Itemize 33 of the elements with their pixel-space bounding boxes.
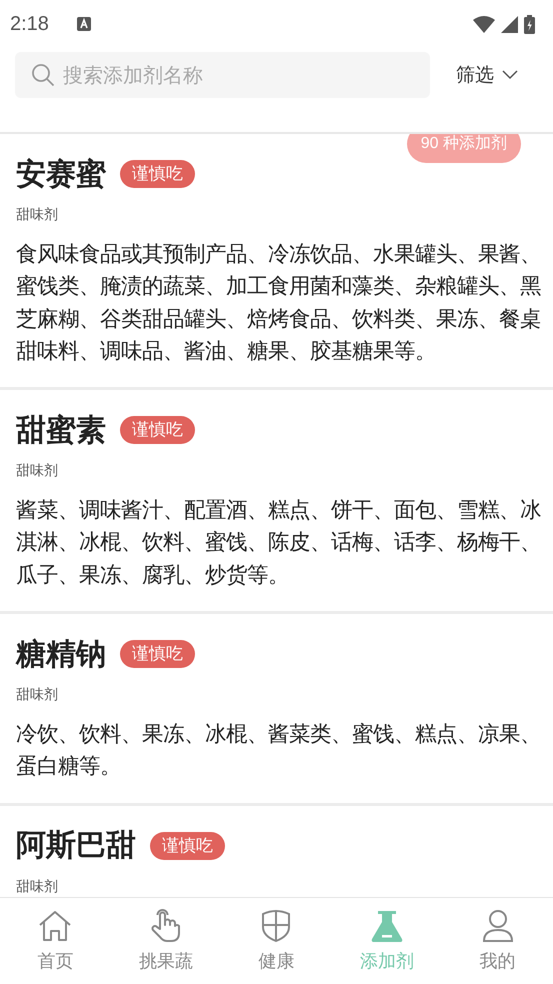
caution-tag: 谨慎吃 bbox=[150, 832, 225, 860]
usage-text: 冷饮、饮料、果冻、冰棍、酱菜类、蜜饯、糕点、凉果、蛋白糖等。 bbox=[16, 721, 541, 782]
notification-icon bbox=[76, 17, 91, 31]
signal-icon bbox=[501, 16, 518, 32]
filter-button[interactable]: 筛选 bbox=[452, 52, 522, 98]
usage-text: 酱菜、调味酱汁、配置酒、糕点、饼干、面包、雪糕、冰淇淋、冰棍、饮料、蜜饯、陈皮、话梅、话李、杨梅干、瓜子、果冻、腐乳、炒货等。 bbox=[16, 497, 541, 590]
additive-name[interactable]: 甜蜜素 bbox=[16, 410, 106, 451]
nav-tab[interactable]: 首页 bbox=[0, 898, 111, 984]
additive-category: 甜味剂 bbox=[16, 878, 59, 897]
battery-icon bbox=[524, 14, 535, 34]
pointing-hand-icon bbox=[148, 909, 183, 943]
additive-category: 甜味剂 bbox=[16, 206, 59, 225]
status-time: 2:18 bbox=[10, 12, 49, 36]
wifi-icon bbox=[473, 16, 495, 32]
search-icon bbox=[31, 63, 55, 87]
caution-tag: 谨慎吃 bbox=[120, 416, 195, 444]
search-field[interactable]: 搜索添加剂名称 bbox=[15, 52, 430, 98]
caution-tag: 谨慎吃 bbox=[120, 160, 195, 188]
flask-icon bbox=[370, 909, 404, 943]
nav-tab[interactable]: 我的 bbox=[442, 898, 553, 984]
additive-name[interactable]: 阿斯巴甜 bbox=[16, 825, 136, 866]
additive-category: 甜味剂 bbox=[16, 686, 59, 706]
usage-text: 食风味食品或其预制产品、冷冻饮品、水果罐头、果酱、蜜饯类、腌渍的蔬菜、加工食用菌和藻类、杂粮罐头、黑芝麻糊、谷类甜品罐头、焙烤食品、饮料类、果冻、餐桌甜味料、调味品、酱油、糖果、胶基糖果等。 bbox=[16, 241, 541, 366]
nav-tab[interactable]: 健康 bbox=[221, 898, 332, 984]
additive-category: 甜味剂 bbox=[16, 462, 59, 482]
house-icon bbox=[38, 909, 72, 943]
additive-name[interactable]: 安赛蜜 bbox=[16, 154, 106, 194]
nav-tab[interactable]: 挑果蔬 bbox=[110, 898, 222, 984]
person-icon bbox=[480, 909, 515, 943]
chevron-down-icon bbox=[502, 70, 518, 80]
additive-name[interactable]: 糖精钠 bbox=[16, 634, 106, 675]
count-badge: 90 种添加剂 bbox=[406, 134, 521, 163]
caution-tag: 谨慎吃 bbox=[120, 640, 195, 668]
